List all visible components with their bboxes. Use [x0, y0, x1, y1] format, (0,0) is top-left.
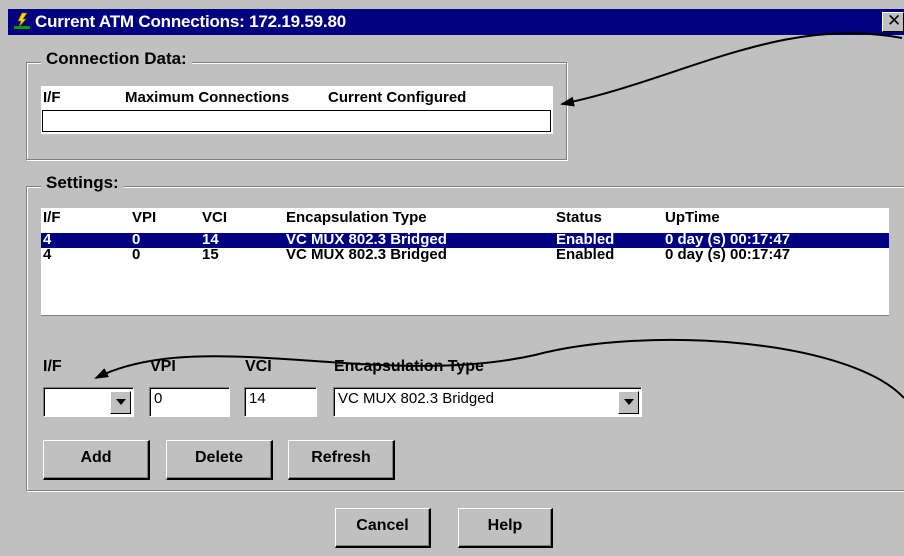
- delete-button-label: Delete: [194, 449, 244, 466]
- column-header-current-configured[interactable]: Current Configured: [328, 89, 466, 106]
- window-title: Current ATM Connections: 172.19.59.80: [35, 12, 346, 31]
- settings-label: Settings:: [41, 173, 124, 193]
- connection-data-label: Connection Data:: [41, 49, 192, 69]
- help-button-label: Help: [487, 517, 523, 534]
- lightning-network-icon: [14, 12, 30, 29]
- vpi-input-value: 0: [154, 390, 163, 407]
- cell-encapsulation: VC MUX 802.3 Bridged: [286, 246, 447, 263]
- vpi-input[interactable]: 0: [149, 387, 230, 417]
- close-icon: ✕: [887, 11, 902, 30]
- settings-list[interactable]: I/F VPI VCI Encapsulation Type Status Up…: [41, 208, 889, 316]
- cancel-button-label: Cancel: [356, 517, 409, 534]
- if-label: I/F: [43, 358, 62, 375]
- cell-vpi: 0: [132, 246, 141, 263]
- vpi-label: VPI: [150, 358, 176, 375]
- empty-row-box[interactable]: [42, 110, 551, 132]
- add-button-label: Add: [80, 449, 112, 466]
- cell-uptime: 0 day (s) 00:17:47: [665, 246, 791, 263]
- cancel-button[interactable]: Cancel: [335, 508, 431, 548]
- help-button[interactable]: Help: [458, 508, 553, 548]
- column-header-uptime[interactable]: UpTime: [665, 209, 720, 226]
- vci-label: VCI: [245, 358, 272, 375]
- column-header-status[interactable]: Status: [556, 209, 602, 226]
- cell-if: 4: [43, 246, 52, 263]
- connection-data-list[interactable]: I/F Maximum Connections Current Configur…: [41, 86, 553, 134]
- encapsulation-dropdown-button[interactable]: [618, 391, 639, 414]
- encapsulation-dropdown-value: VC MUX 802.3 Bridged: [338, 390, 494, 407]
- vci-input[interactable]: 14: [244, 387, 317, 417]
- close-button[interactable]: ✕: [882, 11, 904, 32]
- if-dropdown-button[interactable]: [110, 391, 131, 414]
- column-header-vci[interactable]: VCI: [202, 209, 227, 226]
- cell-status: Enabled: [556, 246, 615, 263]
- if-dropdown[interactable]: [43, 387, 134, 417]
- atm-connections-dialog: Current ATM Connections: 172.19.59.80 ✕ …: [0, 0, 904, 556]
- column-header-encapsulation[interactable]: Encapsulation Type: [286, 209, 427, 226]
- vci-input-value: 14: [249, 390, 266, 407]
- column-header-if[interactable]: I/F: [43, 89, 61, 106]
- column-header-max-connections[interactable]: Maximum Connections: [125, 89, 289, 106]
- encapsulation-type-label: Encapsulation Type: [334, 358, 484, 375]
- encapsulation-dropdown[interactable]: VC MUX 802.3 Bridged: [333, 387, 642, 417]
- chevron-down-icon: [624, 399, 634, 405]
- cell-vci: 15: [202, 246, 219, 263]
- column-header-if[interactable]: I/F: [43, 209, 61, 226]
- delete-button[interactable]: Delete: [166, 440, 273, 480]
- chevron-down-icon: [116, 399, 126, 405]
- add-button[interactable]: Add: [43, 440, 150, 480]
- refresh-button-label: Refresh: [311, 449, 371, 466]
- table-row[interactable]: 4 0 15 VC MUX 802.3 Bridged Enabled 0 da…: [41, 246, 889, 263]
- title-bar[interactable]: Current ATM Connections: 172.19.59.80: [8, 9, 904, 35]
- column-header-vpi[interactable]: VPI: [132, 209, 156, 226]
- refresh-button[interactable]: Refresh: [288, 440, 395, 480]
